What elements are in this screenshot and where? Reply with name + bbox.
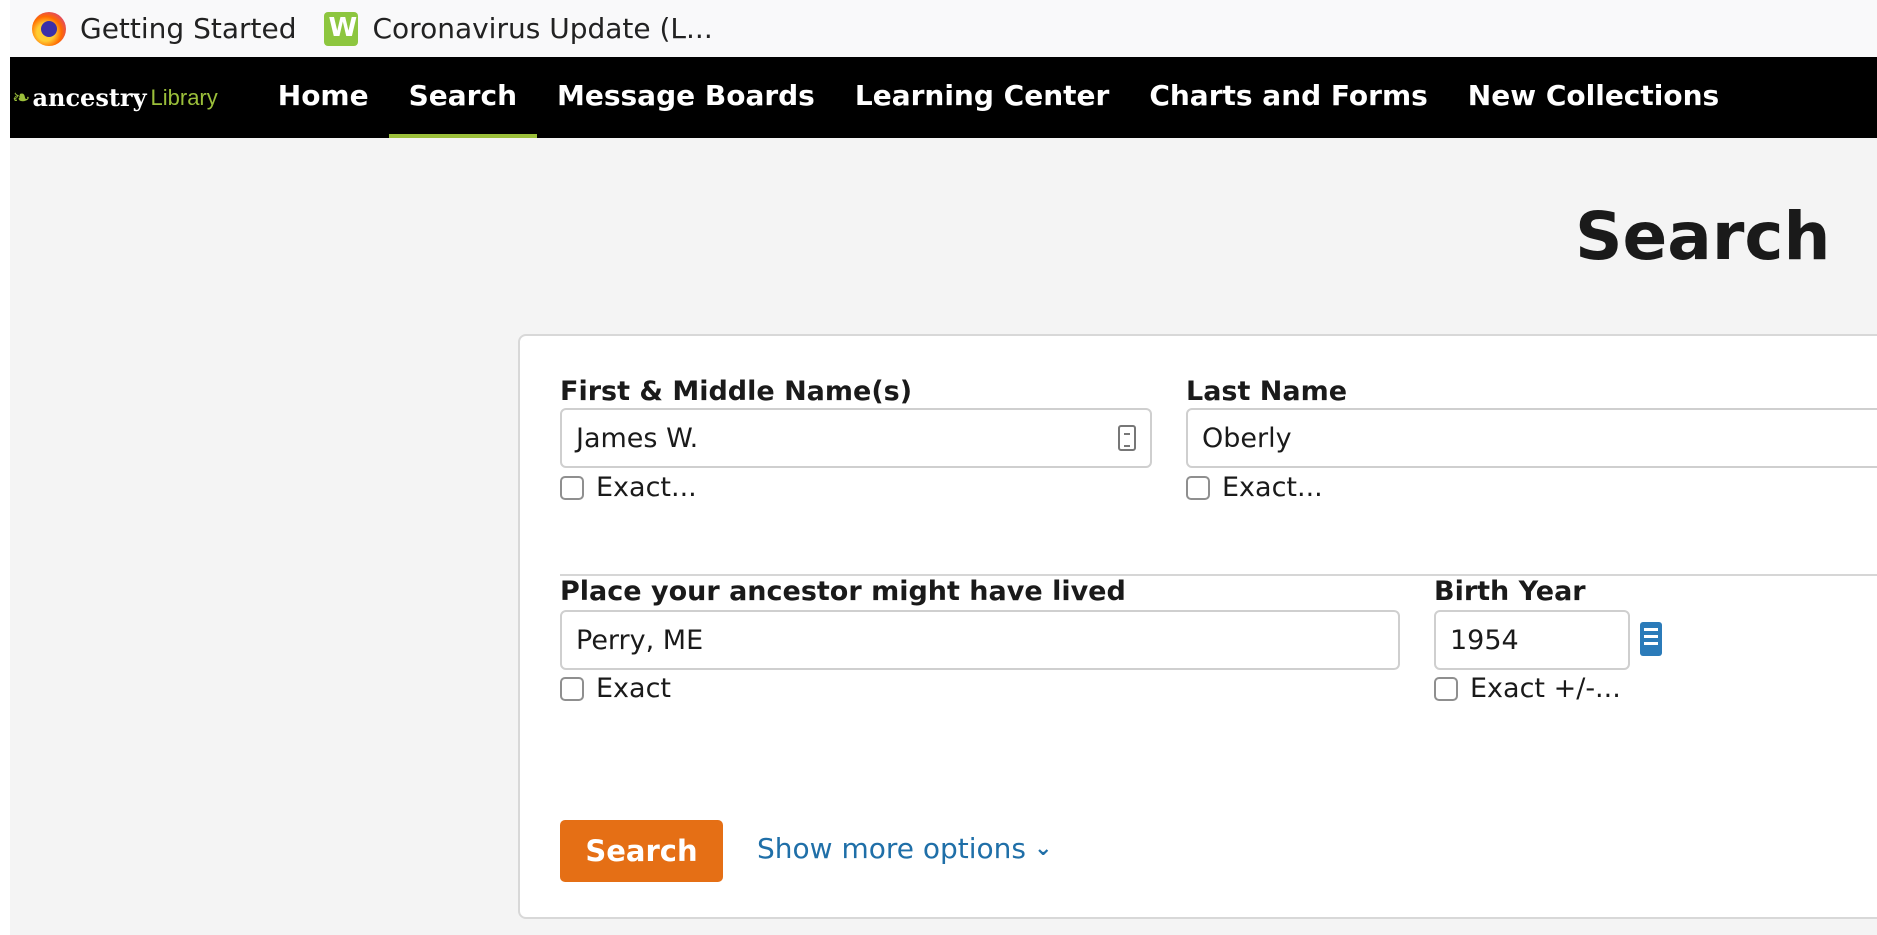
bookmark-coronavirus-update[interactable]: Coronavirus Update (L... — [324, 11, 713, 46]
ancestry-leaf-icon: ❧ — [12, 84, 31, 110]
bookmark-label: Getting Started — [80, 12, 297, 45]
last-name-value: Oberly — [1202, 422, 1292, 454]
show-more-options-link[interactable]: Show more options ⌄ — [757, 832, 1052, 865]
last-name-exact-checkbox[interactable]: Exact... — [1186, 472, 1323, 503]
show-more-options-label: Show more options — [757, 832, 1027, 865]
bookmarks-bar: Getting Started Coronavirus Update (L... — [0, 0, 1877, 57]
nav-message-boards[interactable]: Message Boards — [537, 57, 835, 138]
checkbox-label: Exact... — [596, 472, 697, 503]
place-value: Perry, ME — [576, 624, 704, 656]
search-button[interactable]: Search — [560, 820, 723, 882]
nav-learning-center[interactable]: Learning Center — [835, 57, 1129, 138]
calculator-icon[interactable] — [1640, 622, 1662, 656]
nav-new-collections[interactable]: New Collections — [1448, 57, 1739, 138]
w-logo-icon — [324, 11, 359, 46]
birth-year-exact-checkbox[interactable]: Exact +/-... — [1434, 673, 1621, 704]
first-name-exact-checkbox[interactable]: Exact... — [560, 472, 697, 503]
last-name-label: Last Name — [1186, 376, 1348, 407]
page-title: Search — [1575, 198, 1831, 275]
firefox-icon — [32, 11, 66, 46]
place-label: Place your ancestor might have lived — [560, 576, 1126, 607]
checkbox-label: Exact... — [1222, 472, 1323, 503]
first-name-value: James W. — [576, 422, 699, 454]
last-name-input[interactable]: Oberly — [1186, 408, 1877, 468]
nav-home[interactable]: Home — [258, 57, 389, 138]
birth-year-input[interactable]: 1954 — [1434, 610, 1630, 670]
checkbox-box[interactable] — [560, 475, 584, 500]
checkbox-box[interactable] — [1434, 676, 1458, 701]
logo-brand: ancestry — [32, 83, 147, 112]
first-name-label: First & Middle Name(s) — [560, 376, 913, 407]
bookmark-getting-started[interactable]: Getting Started — [32, 11, 297, 46]
nav-search[interactable]: Search — [388, 57, 537, 138]
birth-year-label: Birth Year — [1434, 576, 1586, 607]
bookmark-label: Coronavirus Update (L... — [372, 12, 713, 45]
place-input[interactable]: Perry, ME — [560, 610, 1400, 670]
main-content: Search First & Middle Name(s) James W. E… — [10, 138, 1877, 935]
search-form-card: First & Middle Name(s) James W. Exact...… — [518, 334, 1877, 919]
keyboard-icon[interactable] — [1118, 425, 1136, 451]
logo-sub: Library — [150, 84, 218, 110]
nav-charts-and-forms[interactable]: Charts and Forms — [1129, 57, 1447, 138]
chevron-down-icon: ⌄ — [1034, 836, 1053, 861]
checkbox-box[interactable] — [1186, 475, 1210, 500]
ancestry-library-logo[interactable]: ❧ ancestry Library — [10, 57, 218, 138]
place-exact-checkbox[interactable]: Exact — [560, 673, 671, 704]
first-name-input[interactable]: James W. — [560, 408, 1152, 468]
checkbox-label: Exact — [596, 673, 672, 704]
checkbox-label: Exact +/-... — [1470, 673, 1621, 704]
top-nav: ❧ ancestry Library Home Search Message B… — [10, 57, 1877, 138]
birth-year-value: 1954 — [1450, 624, 1519, 656]
checkbox-box[interactable] — [560, 676, 584, 701]
